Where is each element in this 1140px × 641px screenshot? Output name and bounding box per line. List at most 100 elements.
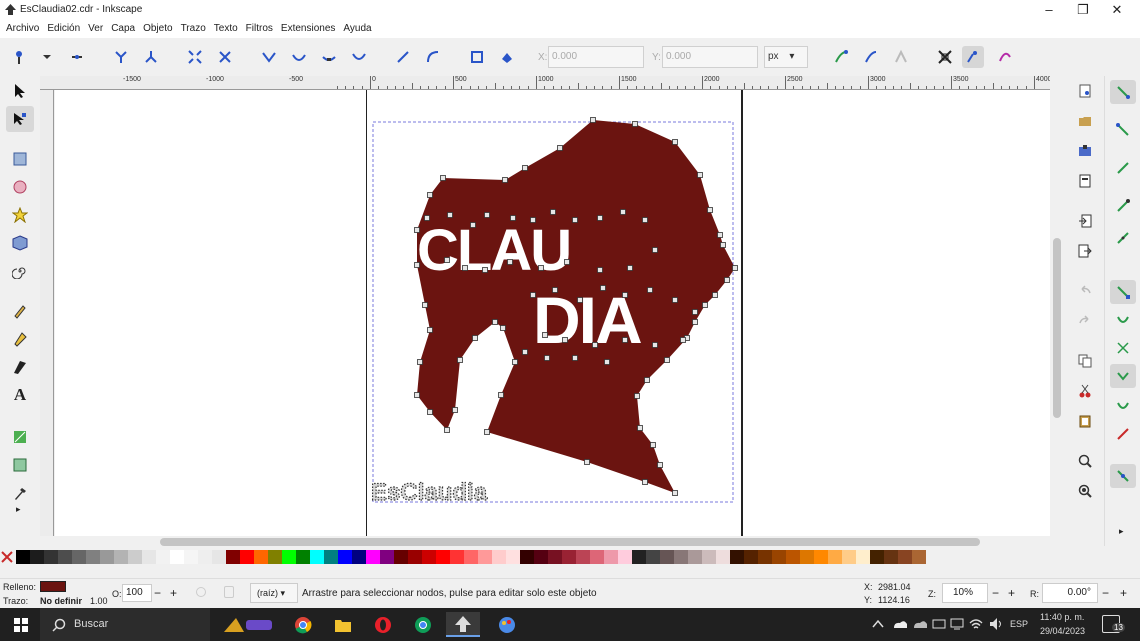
path-node[interactable] <box>672 297 678 303</box>
palette-swatch[interactable] <box>688 550 702 564</box>
palette-swatch[interactable] <box>296 550 310 564</box>
ellipse-tool-icon[interactable] <box>6 174 34 200</box>
path-node[interactable] <box>522 349 528 355</box>
drawing-canvas[interactable]: CLAU DIA EsClaudia <box>55 90 1050 536</box>
path-node[interactable] <box>692 309 698 315</box>
path-node[interactable] <box>590 117 596 123</box>
palette-swatch[interactable] <box>254 550 268 564</box>
toolbox-more-icon[interactable]: ▸ <box>16 504 21 515</box>
spiral-tool-icon[interactable] <box>6 258 34 284</box>
smooth-node-icon[interactable] <box>288 46 310 68</box>
path-node[interactable] <box>447 212 453 218</box>
palette-swatch[interactable] <box>898 550 912 564</box>
palette-swatch[interactable] <box>772 550 786 564</box>
menu-filtros[interactable]: Filtros <box>242 20 277 38</box>
vertical-ruler[interactable] <box>40 90 54 536</box>
path-node[interactable] <box>702 302 708 308</box>
path-node[interactable] <box>427 327 433 333</box>
pen-tool-icon[interactable] <box>6 326 34 352</box>
path-node[interactable] <box>422 302 428 308</box>
menu-objeto[interactable]: Objeto <box>139 20 176 38</box>
palette-swatch[interactable] <box>436 550 450 564</box>
text-tool-icon[interactable]: A <box>6 382 34 408</box>
path-node[interactable] <box>550 209 556 215</box>
taskbar-widget-icon[interactable] <box>216 612 280 637</box>
path-node[interactable] <box>592 342 598 348</box>
rotation-decrease-button[interactable]: − <box>1102 583 1109 603</box>
path-node[interactable] <box>644 377 650 383</box>
calligraphy-tool-icon[interactable] <box>6 354 34 380</box>
path-node[interactable] <box>577 297 583 303</box>
path-node[interactable] <box>672 139 678 145</box>
palette-swatch[interactable] <box>450 550 464 564</box>
path-node[interactable] <box>462 265 468 271</box>
palette-swatch[interactable] <box>282 550 296 564</box>
palette-swatch[interactable] <box>268 550 282 564</box>
palette-swatch[interactable] <box>520 550 534 564</box>
path-node[interactable] <box>500 325 506 331</box>
path-node[interactable] <box>492 319 498 325</box>
palette-swatch[interactable] <box>352 550 366 564</box>
palette-swatch[interactable] <box>156 550 170 564</box>
cloud-icon[interactable] <box>912 618 928 630</box>
export-icon[interactable] <box>1074 240 1096 262</box>
menu-archivo[interactable]: Archivo <box>2 20 43 38</box>
show-path-outline-icon[interactable] <box>994 46 1016 68</box>
path-node[interactable] <box>427 192 433 198</box>
minimize-button[interactable]: – <box>1032 0 1066 20</box>
path-node[interactable] <box>657 462 663 468</box>
path-node[interactable] <box>530 217 536 223</box>
palette-swatch[interactable] <box>72 550 86 564</box>
palette-swatch[interactable] <box>548 550 562 564</box>
palette-swatch[interactable] <box>324 550 338 564</box>
path-node[interactable] <box>697 172 703 178</box>
path-node[interactable] <box>564 259 570 265</box>
palette-swatch[interactable] <box>828 550 842 564</box>
artwork[interactable]: CLAU DIA EsClaudia <box>55 90 1050 536</box>
palette-swatch[interactable] <box>366 550 380 564</box>
menu-extensiones[interactable]: Extensiones <box>277 20 339 38</box>
rectangle-tool-icon[interactable] <box>6 146 34 172</box>
path-node[interactable] <box>414 227 420 233</box>
path-node[interactable] <box>732 265 738 271</box>
path-node[interactable] <box>530 292 536 298</box>
inkscape-taskbar-icon[interactable] <box>446 612 480 637</box>
palette-swatch[interactable] <box>758 550 772 564</box>
path-node[interactable] <box>642 217 648 223</box>
insert-node-icon[interactable] <box>8 46 30 68</box>
palette-swatch[interactable] <box>716 550 730 564</box>
rotation-input[interactable]: 0.00° <box>1042 583 1098 603</box>
path-node[interactable] <box>498 392 504 398</box>
snap-midpoints-icon[interactable] <box>1110 226 1136 250</box>
horizontal-scrollbar[interactable] <box>0 536 1050 548</box>
palette-swatch[interactable] <box>226 550 240 564</box>
path-node[interactable] <box>650 442 656 448</box>
path-node[interactable] <box>707 207 713 213</box>
path-node[interactable] <box>637 425 643 431</box>
path-node[interactable] <box>562 337 568 343</box>
3d-box-tool-icon[interactable] <box>6 230 34 256</box>
palette-swatch[interactable] <box>408 550 422 564</box>
path-node[interactable] <box>414 262 420 268</box>
language-indicator[interactable]: ESP <box>1010 619 1028 629</box>
zoom-input[interactable]: 10% <box>942 583 988 603</box>
path-node[interactable] <box>417 359 423 365</box>
selector-tool-icon[interactable] <box>6 78 34 104</box>
path-node[interactable] <box>634 393 640 399</box>
palette-swatch[interactable] <box>646 550 660 564</box>
show-outline-icon[interactable] <box>860 46 882 68</box>
path-node[interactable] <box>542 332 548 338</box>
snap-smooth-nodes-icon[interactable] <box>1110 394 1136 418</box>
show-handles-icon[interactable] <box>830 46 852 68</box>
palette-swatch[interactable] <box>912 550 926 564</box>
rotation-increase-button[interactable]: + <box>1120 583 1127 603</box>
path-node[interactable] <box>484 212 490 218</box>
delete-segment-icon[interactable] <box>214 46 236 68</box>
gradient-tool-icon[interactable] <box>6 424 34 450</box>
new-document-icon[interactable] <box>1074 80 1096 102</box>
path-node[interactable] <box>632 121 638 127</box>
snap-cusp-nodes-icon[interactable] <box>1110 364 1136 388</box>
palette-swatch[interactable] <box>100 550 114 564</box>
clock-date[interactable]: 29/04/2023 <box>1040 626 1085 636</box>
palette-swatch[interactable] <box>884 550 898 564</box>
